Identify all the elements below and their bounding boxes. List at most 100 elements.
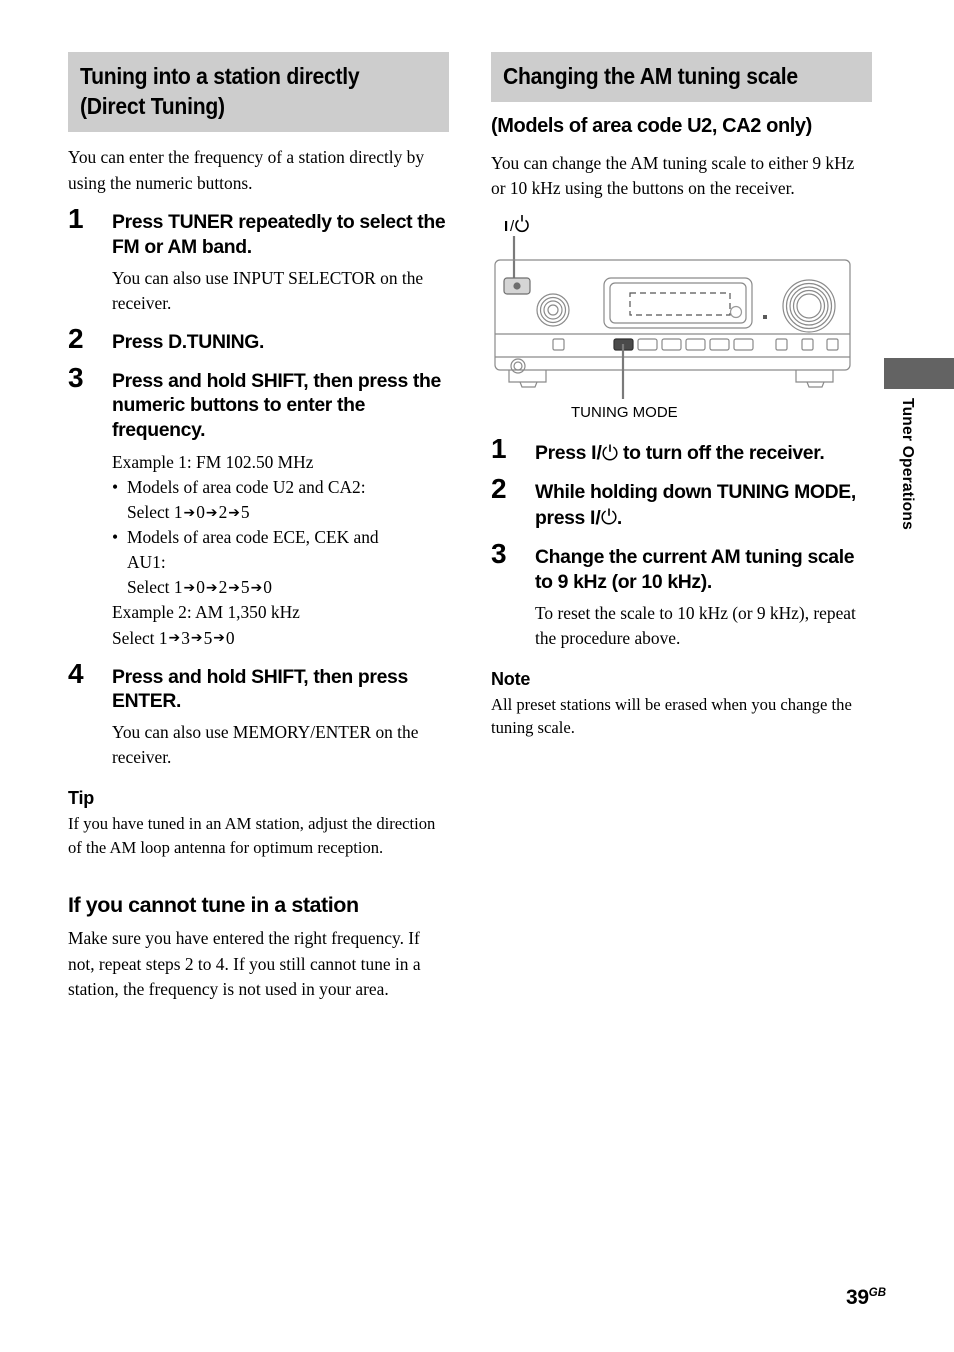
arrow-icon: ➔ <box>205 580 218 597</box>
display-highlight-area <box>629 292 731 316</box>
right-column: Changing the AM tuning scale (Models of … <box>491 52 872 740</box>
step-4-left: 4 Press and hold SHIFT, then press ENTER… <box>68 659 449 771</box>
step-body: You can also use INPUT SELECTOR on the r… <box>112 267 424 313</box>
arrow-icon: ➔ <box>228 504 240 521</box>
step-number: 3 <box>491 537 507 569</box>
volume-knob-ring-4 <box>792 289 826 322</box>
arrow-icon: ➔ <box>183 580 196 597</box>
example-bullet-item: • Models of area code ECE, CEK and AU1: … <box>112 525 449 600</box>
input-selector-knob-outer <box>536 293 570 327</box>
note-heading: Note <box>491 668 531 689</box>
step-2-left: 2 Press D.TUNING. <box>68 324 449 355</box>
subsection-body: Make sure you have entered the right fre… <box>68 928 421 1000</box>
bullet-label: Models of area code ECE, CEK and <box>127 527 379 548</box>
bullet-sequence: Select 1➔0➔2➔5➔0 <box>127 575 449 600</box>
step-number: 4 <box>68 657 84 689</box>
power-label-bar: I <box>504 218 508 235</box>
digit: 0 <box>225 627 235 648</box>
example-2-label: Example 2: AM 1,350 kHz <box>112 602 300 623</box>
volume-knob-ring-3 <box>789 286 829 326</box>
page-suffix: GB <box>868 1287 886 1299</box>
headphone-jack-outer <box>510 358 526 374</box>
foot-left-pad <box>519 381 538 388</box>
foot-right <box>795 369 834 383</box>
step-body: You can also use MEMORY/ENTER on the rec… <box>112 722 419 768</box>
panel-button <box>709 338 730 351</box>
step-title: Press I/⏻ to turn off the receiver. <box>535 440 872 466</box>
input-selector-knob-center <box>547 304 559 316</box>
panel-button <box>661 338 682 351</box>
panel-button-small <box>775 338 788 351</box>
section-subtitle: (Models of area code U2, CA2 only) <box>491 115 812 138</box>
chapter-side-label: Tuner Operations <box>899 398 916 531</box>
tuning-mode-caption: TUNING MODE <box>571 404 678 421</box>
digit: 2 <box>218 502 228 523</box>
select-prefix: Select <box>127 577 174 598</box>
page-number: 39 <box>845 1286 869 1309</box>
step-3-right: 3 Change the current AM tuning scale to … <box>491 539 872 651</box>
volume-knob-face <box>796 293 822 319</box>
digit: 0 <box>263 577 272 598</box>
step-title-post: . <box>616 506 622 529</box>
headphone-jack-inner <box>513 361 523 371</box>
page-title-left: Tuning into a station directly (Direct T… <box>80 63 360 120</box>
digit: 5 <box>203 627 213 648</box>
step-title: Press and hold SHIFT, then press ENTER. <box>112 665 408 713</box>
page-folio: 39GB <box>846 1286 886 1310</box>
panel-button <box>637 338 658 351</box>
page-title-right: Changing the AM tuning scale <box>503 63 798 89</box>
digit: 1 <box>173 577 183 598</box>
section-heading-band-left: Tuning into a station directly (Direct T… <box>68 52 449 133</box>
digit: 2 <box>218 577 228 598</box>
left-column: Tuning into a station directly (Direct T… <box>68 52 449 1003</box>
panel-button-small <box>801 338 814 351</box>
digit: 0 <box>196 577 205 598</box>
arrow-icon: ➔ <box>183 504 196 521</box>
tip-body: If you have tuned in an AM station, adju… <box>68 814 436 857</box>
digit: 0 <box>196 502 205 523</box>
panel-button-small <box>826 338 839 351</box>
bullet-label: Models of area code U2 and CA2: <box>127 477 366 498</box>
select-prefix: Select <box>127 502 174 523</box>
panel-button <box>733 338 754 351</box>
step-title: Change the current AM tuning scale to 9 … <box>535 545 855 593</box>
step-3-left: 3 Press and hold SHIFT, then press the n… <box>68 363 449 651</box>
input-selector-knob-inner <box>543 300 563 320</box>
digit: 3 <box>181 627 190 648</box>
step-title: Press D.TUNING. <box>112 330 265 353</box>
arrow-icon: ➔ <box>190 630 203 647</box>
step-number: 2 <box>491 472 507 504</box>
intro-paragraph-right: You can change the AM tuning scale to ei… <box>491 153 855 199</box>
note-body: All preset stations will be erased when … <box>491 694 852 738</box>
power-symbol-label: I / <box>504 214 529 235</box>
step-title: Press and hold SHIFT, then press the num… <box>112 369 441 442</box>
step-title: While holding down TUNING MODE, press I/… <box>535 480 872 531</box>
bullet-sequence: Select 1➔0➔2➔5 <box>127 500 449 525</box>
display-indicator-circle <box>729 305 743 318</box>
step-2-right: 2 While holding down TUNING MODE, press … <box>491 474 872 531</box>
receiver-front-panel-diagram: I / TUNING MODE <box>491 214 872 426</box>
power-symbol-icon: I/⏻ <box>591 441 619 465</box>
step-number: 1 <box>68 202 84 234</box>
arrow-icon: ➔ <box>213 630 225 647</box>
bullet-glyph: • <box>112 527 119 548</box>
power-label-circle <box>515 214 529 232</box>
step-title: Press TUNER repeatedly to select the FM … <box>112 210 446 258</box>
example-bullet-list: • Models of area code U2 and CA2: Select… <box>112 475 449 600</box>
intro-paragraph-left: You can enter the frequency of a station… <box>68 147 425 193</box>
foot-right-pad <box>806 381 825 388</box>
digit: 5 <box>240 502 250 523</box>
example-block: Example 1: FM 102.50 MHz • Models of are… <box>112 450 449 651</box>
arrow-icon: ➔ <box>168 630 181 647</box>
arrow-icon: ➔ <box>205 504 218 521</box>
bullet-label-continued: AU1: <box>127 552 166 573</box>
panel-button-aux <box>552 338 565 351</box>
panel-button <box>685 338 706 351</box>
led-indicator <box>763 314 767 319</box>
section-heading-band-right: Changing the AM tuning scale <box>491 52 872 103</box>
step-title-pre: While holding down TUNING MODE, press <box>535 480 856 529</box>
arrow-icon: ➔ <box>228 580 240 597</box>
chapter-thumb-tab <box>884 358 954 389</box>
digit: 1 <box>158 627 168 648</box>
example-2-sequence: Select 1➔3➔5➔0 <box>112 626 449 651</box>
